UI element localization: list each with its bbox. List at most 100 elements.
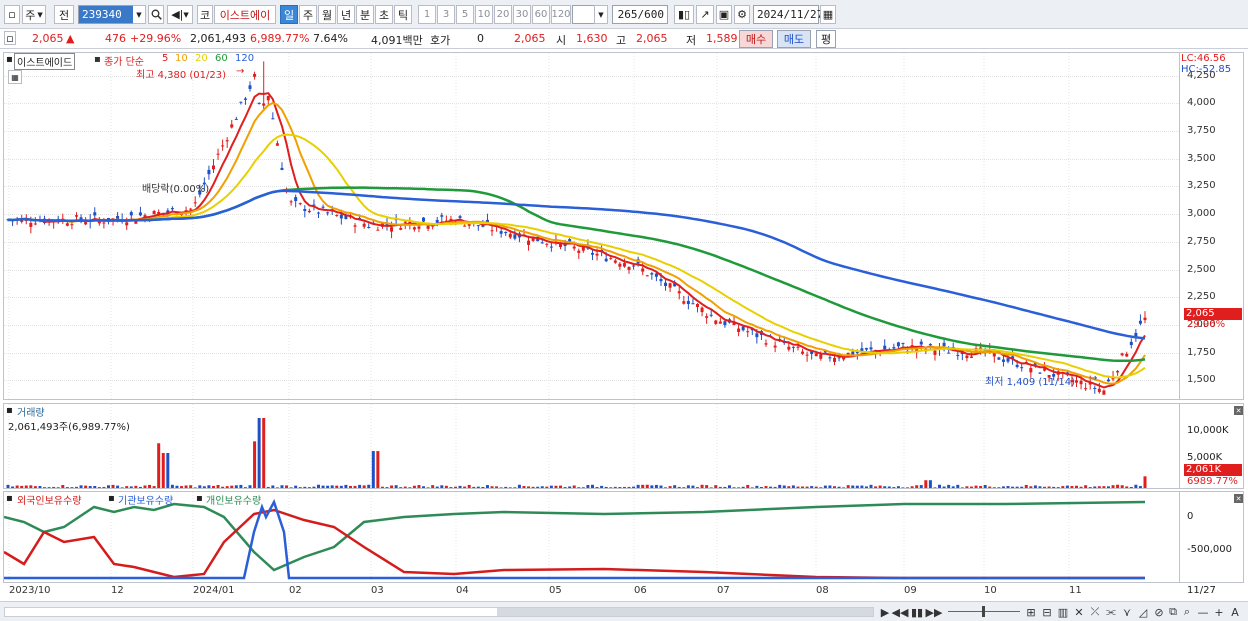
volume-bar — [887, 486, 891, 488]
zoom-slider-handle[interactable] — [982, 606, 985, 617]
volume-chart[interactable] — [4, 404, 1179, 488]
period-0[interactable]: 일 — [280, 5, 298, 24]
save-icon[interactable]: ▣ — [716, 5, 732, 24]
volume-bar — [11, 486, 15, 488]
volume-bar — [289, 487, 293, 488]
pattern-icon[interactable]: ⊘ — [1152, 605, 1166, 619]
volume-bar — [385, 487, 389, 488]
volume-bar — [79, 485, 83, 488]
volume-bar — [974, 485, 978, 488]
interval-20[interactable]: 20 — [494, 5, 512, 24]
volume-bar — [266, 486, 270, 488]
menu-dots-icon[interactable]: ▪ — [108, 493, 115, 504]
interval-1[interactable]: 1 — [418, 5, 436, 24]
volume-bar — [540, 486, 544, 488]
candle-body — [864, 348, 868, 350]
date-input[interactable]: 2024/11/27 — [753, 5, 823, 24]
plus-icon[interactable]: + — [1212, 605, 1226, 619]
interval-60[interactable]: 60 — [532, 5, 550, 24]
close-icon[interactable]: ✕ — [1234, 406, 1243, 415]
fib-icon[interactable]: ⫘ — [1104, 605, 1118, 619]
count-field[interactable]: 265/600 — [612, 5, 668, 24]
interval-10[interactable]: 10 — [475, 5, 493, 24]
code-dropdown-icon[interactable]: ▼ — [133, 5, 146, 24]
price-tick-11: 1,500 — [1187, 374, 1216, 386]
scrollbar-thumb[interactable] — [497, 608, 873, 616]
buy-button[interactable]: 매수 — [739, 30, 773, 48]
stock-name-field[interactable]: 이스트에이 — [214, 5, 276, 24]
interval-5[interactable]: 5 — [456, 5, 474, 24]
interval-chevron-icon[interactable]: ▼ — [594, 5, 608, 24]
scrollbar-track[interactable] — [4, 607, 874, 617]
candle-body — [791, 346, 795, 348]
price-tick-10: 1,750 — [1187, 346, 1216, 358]
candle-body — [942, 342, 946, 347]
cross-icon[interactable]: ✕ — [1072, 605, 1086, 619]
shape-icon[interactable]: ◿ — [1136, 605, 1150, 619]
split-icon[interactable]: ⊟ — [1040, 605, 1054, 619]
candle-body — [796, 346, 800, 348]
volume-bar — [170, 484, 174, 488]
table-icon[interactable]: ▦ — [8, 70, 22, 84]
window-icon[interactable]: ▫ — [4, 5, 20, 24]
trend-icon[interactable]: ⤫ — [1088, 605, 1102, 619]
x-label-6: 05 — [549, 585, 562, 596]
speaker-icon[interactable]: ◀| ▼ — [167, 5, 193, 24]
interval-120[interactable]: 120 — [551, 5, 571, 24]
volume-bar — [892, 487, 896, 488]
expand-icon[interactable]: ▫ — [4, 31, 16, 45]
volume-bar — [956, 484, 960, 488]
rewind-icon[interactable]: ◀◀ — [892, 605, 909, 619]
minus-icon[interactable]: — — [1196, 605, 1210, 619]
wave-icon[interactable]: ⋎ — [1120, 605, 1134, 619]
stock-code-input[interactable]: 239340 — [78, 5, 136, 24]
candle-body — [248, 85, 252, 89]
chart-tool-icon[interactable]: ↗ — [696, 5, 714, 24]
volume-bar — [659, 485, 663, 488]
play-icon[interactable]: ▶ — [878, 605, 892, 619]
high-note: 최고 4,380 (01/23) — [136, 70, 227, 81]
interval-3[interactable]: 3 — [437, 5, 455, 24]
menu-dots-icon[interactable]: ▪ — [6, 493, 13, 504]
prev-button[interactable]: 전 — [54, 5, 74, 24]
layout-icon[interactable]: ▥ — [1056, 605, 1070, 619]
period-5[interactable]: 초 — [375, 5, 393, 24]
price-chart[interactable] — [4, 53, 1179, 399]
volume-bar — [253, 441, 257, 488]
foreign-holdings-line — [4, 508, 1145, 580]
eval-button[interactable]: 평 — [816, 30, 836, 48]
hoga-price: 2,065 — [514, 32, 546, 45]
period-6[interactable]: 틱 — [394, 5, 412, 24]
volume-bar — [453, 486, 457, 488]
x-label-1: 12 — [111, 585, 124, 596]
candle-body — [417, 226, 421, 229]
search-icon[interactable] — [148, 5, 164, 24]
code-type-button[interactable]: 코 — [197, 5, 213, 24]
market-button[interactable]: 주 ▼ — [22, 5, 46, 24]
sell-button[interactable]: 매도 — [777, 30, 811, 48]
forward-icon[interactable]: ▶▶ — [926, 605, 943, 619]
period-4[interactable]: 분 — [356, 5, 374, 24]
period-3[interactable]: 년 — [337, 5, 355, 24]
zoom-icon[interactable]: ⌕ — [1180, 605, 1194, 619]
period-1[interactable]: 주 — [299, 5, 317, 24]
candle-type-icon[interactable]: ▮▯ — [674, 5, 694, 24]
menu-dots-icon[interactable]: ▪ — [6, 54, 13, 65]
pause-icon[interactable]: ▮▮ — [910, 605, 924, 619]
volume-bar — [257, 418, 261, 488]
gear-icon[interactable]: ⚙ — [734, 5, 750, 24]
interval-30[interactable]: 30 — [513, 5, 531, 24]
volume-bar — [143, 485, 147, 488]
text-icon[interactable]: A — [1228, 605, 1242, 619]
close-icon[interactable]: ✕ — [1234, 494, 1243, 503]
volume-bar — [134, 485, 138, 488]
holdings-chart[interactable] — [4, 492, 1179, 582]
grid-icon[interactable]: ⊞ — [1024, 605, 1038, 619]
menu-dots-icon[interactable]: ▪ — [6, 405, 13, 416]
candle-body — [1020, 367, 1024, 369]
volume-bar — [787, 486, 791, 488]
copy-icon[interactable]: ⧉ — [1166, 605, 1180, 619]
calendar-icon[interactable]: ▦ — [820, 5, 836, 24]
period-2[interactable]: 월 — [318, 5, 336, 24]
menu-dots-icon[interactable]: ▪ — [196, 493, 203, 504]
